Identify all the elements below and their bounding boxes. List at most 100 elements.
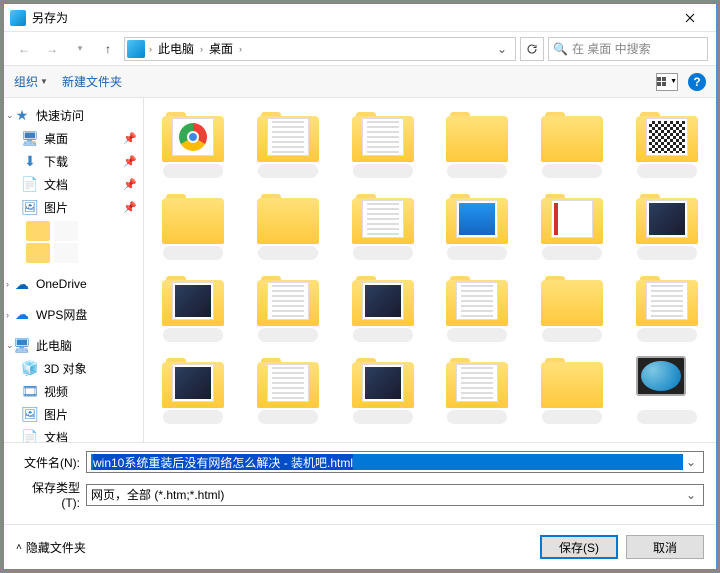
- sidebar-desktop[interactable]: 🖥 桌面📌: [4, 127, 143, 150]
- folder-icon: [352, 192, 414, 244]
- folder-icon: [541, 110, 603, 162]
- folder-item[interactable]: [148, 352, 239, 428]
- folder-icon: [446, 192, 508, 244]
- filename-input-wrapper: ⌄: [86, 451, 704, 473]
- search-input[interactable]: 🔍 在 桌面 中搜索: [548, 37, 708, 61]
- folder-label: [542, 410, 602, 424]
- folder-item[interactable]: [527, 106, 618, 182]
- nav-bar: ← → ▾ ↑ › 此电脑 › 桌面 › ⌄ 🔍 在 桌面 中搜索: [4, 32, 716, 66]
- save-as-dialog: 另存为 ← → ▾ ↑ › 此电脑 › 桌面 › ⌄ 🔍 在 桌面 中搜索 组织…: [3, 3, 717, 570]
- folder-item[interactable]: [621, 352, 712, 428]
- expand-icon[interactable]: ⌄: [6, 110, 14, 121]
- pin-icon: 📌: [123, 178, 137, 191]
- filename-label: 文件名(N):: [16, 454, 80, 471]
- breadcrumb-this-pc[interactable]: 此电脑: [154, 40, 198, 57]
- filename-input[interactable]: [91, 454, 683, 470]
- chevron-up-icon: ˄: [16, 542, 22, 553]
- sidebar-documents[interactable]: 📄 文档📌: [4, 173, 143, 196]
- folder-item[interactable]: [432, 188, 523, 264]
- expand-icon[interactable]: ⌄: [6, 340, 14, 351]
- cancel-button[interactable]: 取消: [626, 535, 704, 559]
- folder-icon: [257, 356, 319, 408]
- folder-label: [353, 410, 413, 424]
- sidebar-documents-pc[interactable]: 📄 文档: [4, 426, 143, 442]
- breadcrumb-dropdown[interactable]: ⌄: [491, 42, 513, 56]
- folder-thumb[interactable]: [26, 243, 50, 263]
- help-button[interactable]: ?: [688, 73, 706, 91]
- sidebar-quick-access[interactable]: ⌄ ★ 快速访问: [4, 104, 143, 127]
- sidebar-downloads[interactable]: ⬇ 下载📌: [4, 150, 143, 173]
- sidebar-onedrive[interactable]: › ☁ OneDrive: [4, 273, 143, 295]
- expand-icon[interactable]: ›: [6, 279, 9, 289]
- close-button[interactable]: [670, 4, 710, 32]
- folder-label: [542, 246, 602, 260]
- app-icon: [10, 10, 26, 26]
- organize-button[interactable]: 组织▼: [14, 73, 48, 90]
- folder-item[interactable]: [527, 352, 618, 428]
- folder-icon: [257, 274, 319, 326]
- chevron-down-icon: ▼: [40, 77, 48, 86]
- sidebar-pictures[interactable]: 🖼 图片📌: [4, 196, 143, 219]
- folder-item[interactable]: [337, 352, 428, 428]
- sidebar-wps[interactable]: › ☁ WPS网盘: [4, 303, 143, 326]
- star-icon: ★: [14, 108, 30, 124]
- folder-item[interactable]: [432, 352, 523, 428]
- sidebar-videos[interactable]: 🎞 视频: [4, 380, 143, 403]
- folder-label: [447, 410, 507, 424]
- up-button[interactable]: ↑: [96, 37, 120, 61]
- folder-item[interactable]: [243, 352, 334, 428]
- titlebar: 另存为: [4, 4, 716, 32]
- recent-dropdown[interactable]: ▾: [68, 37, 92, 61]
- view-mode-button[interactable]: ▼: [656, 73, 678, 91]
- folder-icon: [636, 110, 698, 162]
- cloud-icon: ☁: [14, 276, 30, 292]
- breadcrumb[interactable]: › 此电脑 › 桌面 › ⌄: [124, 37, 516, 61]
- folder-thumb[interactable]: [54, 243, 78, 263]
- search-placeholder: 在 桌面 中搜索: [572, 40, 651, 57]
- folder-item[interactable]: [243, 270, 334, 346]
- folder-icon: [162, 192, 224, 244]
- folder-item[interactable]: [243, 106, 334, 182]
- folder-item[interactable]: [621, 106, 712, 182]
- breadcrumb-desktop[interactable]: 桌面: [205, 40, 237, 57]
- folder-item[interactable]: [148, 188, 239, 264]
- folder-thumb[interactable]: [54, 221, 78, 241]
- refresh-button[interactable]: [520, 37, 544, 61]
- folder-item[interactable]: [432, 106, 523, 182]
- chevron-down-icon: ⌄: [683, 488, 699, 502]
- sidebar-recent-thumbs: [4, 221, 143, 241]
- forward-button[interactable]: →: [40, 37, 64, 61]
- hide-folders-button[interactable]: ˄ 隐藏文件夹: [16, 539, 86, 556]
- sidebar-pictures-pc[interactable]: 🖼 图片: [4, 403, 143, 426]
- folder-thumb[interactable]: [26, 221, 50, 241]
- back-button[interactable]: ←: [12, 37, 36, 61]
- document-icon: 📄: [22, 430, 38, 443]
- desktop-icon: 🖥: [22, 131, 38, 147]
- folder-item[interactable]: [621, 188, 712, 264]
- folder-item[interactable]: [337, 270, 428, 346]
- filename-dropdown[interactable]: ⌄: [683, 455, 699, 469]
- folder-label: [542, 328, 602, 342]
- folder-item[interactable]: [148, 106, 239, 182]
- folder-item[interactable]: [337, 188, 428, 264]
- chevron-right-icon: ›: [239, 44, 242, 54]
- folder-item[interactable]: [527, 270, 618, 346]
- folder-item[interactable]: [148, 270, 239, 346]
- folder-item[interactable]: [432, 270, 523, 346]
- sidebar-this-pc[interactable]: ⌄ 🖥 此电脑: [4, 334, 143, 357]
- expand-icon[interactable]: ›: [6, 310, 9, 320]
- save-button[interactable]: 保存(S): [540, 535, 618, 559]
- filetype-select[interactable]: 网页，全部 (*.htm;*.html) ⌄: [86, 484, 704, 506]
- sidebar-3d-objects[interactable]: 🧊 3D 对象: [4, 357, 143, 380]
- folder-item[interactable]: [243, 188, 334, 264]
- file-grid: [144, 98, 716, 442]
- folder-icon: [636, 356, 698, 408]
- folder-label: [637, 164, 697, 178]
- new-folder-button[interactable]: 新建文件夹: [62, 73, 122, 90]
- chevron-down-icon: ▼: [670, 78, 677, 85]
- folder-item[interactable]: [527, 188, 618, 264]
- folder-label: [163, 328, 223, 342]
- folder-item[interactable]: [337, 106, 428, 182]
- folder-item[interactable]: [621, 270, 712, 346]
- filetype-label: 保存类型(T):: [16, 479, 80, 510]
